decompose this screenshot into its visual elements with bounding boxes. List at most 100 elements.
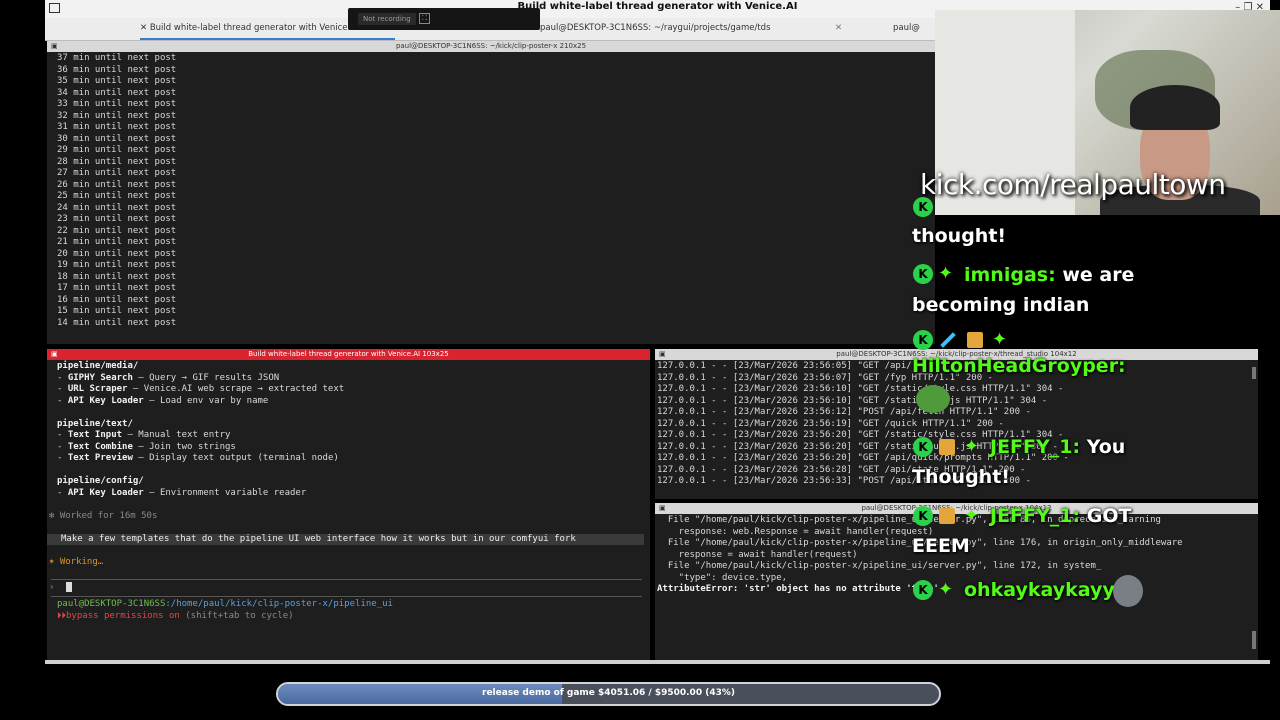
terminal-line: 25 min until next post — [57, 191, 177, 201]
node-list-item: - API Key Loader — Load env var by name — [57, 396, 650, 408]
chat-username: ohkaykaykayy: — [964, 579, 1123, 601]
tab-label: paul@DESKTOP-3C1N6SS: ~/raygui/projects/… — [540, 23, 771, 33]
terminal-line: 32 min until next post — [57, 110, 177, 121]
terminal-line: 30 min until next post — [57, 133, 177, 144]
claude-output: pipeline/media/ - GIPHY Search — Query →… — [47, 360, 650, 660]
section-heading: pipeline/media/ — [57, 361, 139, 371]
terminal-pane-countdown[interactable]: ▣ paul@DESKTOP-3C1N6SS: ~/kick/clip-post… — [47, 41, 935, 344]
fullscreen-icon[interactable]: ⛶ — [419, 13, 430, 24]
goal-label: release demo of game $4051.06 / $9500.00… — [482, 688, 735, 698]
chat-message: HiltonHeadGroyper: — [912, 355, 1126, 377]
prompt-caret: › — [49, 582, 55, 593]
node-description: — Load env var by name — [143, 395, 269, 406]
window-bottom-edge — [45, 660, 1270, 664]
tab-close-icon[interactable]: ✕ — [835, 18, 855, 40]
node-name: API Key Loader — [67, 395, 144, 406]
list-bullet: - — [57, 453, 68, 463]
node-name: Text Combine — [67, 441, 133, 452]
chat-message: imnigas: we are — [964, 264, 1134, 286]
pin-icon: ▣ — [51, 350, 58, 358]
bypass-label: bypass permissions on — [66, 610, 180, 621]
terminal-output: 37 min until next post 36 min until next … — [47, 52, 935, 344]
node-description: — Manual text entry — [122, 430, 231, 440]
chat-overlay: K thought! K ✦ imnigas: we are becoming … — [908, 190, 1268, 610]
pin-icon: ▣ — [51, 42, 58, 50]
verified-badge-icon: ✦ — [938, 579, 954, 600]
chat-message-text: Thought! — [912, 466, 1010, 488]
list-bullet: - — [57, 430, 68, 440]
list-bullet: - — [57, 384, 68, 394]
bypass-icon: ⏵⏵ — [57, 610, 67, 621]
node-description: — Display text output (terminal node) — [132, 453, 339, 463]
terminal-line: 21 min until next post — [57, 237, 177, 247]
terminal-line: 37 min until next post — [57, 53, 177, 63]
verified-badge-icon: ✦ — [964, 436, 980, 457]
chat-message: JEFFY_1: GOT — [990, 505, 1131, 527]
verified-badge-icon: ✦ — [992, 329, 1008, 350]
terminal-pane-claude[interactable]: ▣ Build white-label thread generator wit… — [47, 349, 650, 660]
node-name: GIPHY Search — [67, 372, 133, 383]
chat-message-text: we are — [1062, 264, 1135, 286]
pin-icon: ▣ — [659, 504, 666, 512]
sword-badge-icon — [940, 332, 956, 348]
chat-username: imnigas: — [964, 264, 1056, 286]
pin-icon: ▣ — [659, 350, 666, 358]
terminal-line: 36 min until next post — [57, 64, 177, 75]
chat-message-text: You — [1086, 436, 1126, 458]
list-bullet: - — [57, 372, 68, 383]
streamer-cap — [1130, 85, 1220, 130]
kick-badge-icon: K — [913, 506, 933, 526]
terminal-line: 26 min until next post — [57, 179, 177, 190]
list-bullet: - — [57, 487, 68, 498]
node-list-item: - API Key Loader — Environment variable … — [57, 488, 650, 500]
config-list: - API Key Loader — Environment variable … — [57, 488, 650, 500]
pane-header: ▣ Build white-label thread generator wit… — [47, 349, 650, 360]
node-description: — Join two strings — [132, 441, 236, 452]
terminal-line: 20 min until next post — [57, 248, 177, 259]
terminal-line: 18 min until next post — [57, 271, 177, 282]
donation-goal-bar: release demo of game $4051.06 / $9500.00… — [276, 682, 941, 706]
recording-status: Not recording — [358, 13, 416, 25]
recording-indicator: Not recording ⛶ — [348, 8, 540, 30]
node-list-item: - Text Input — Manual text entry — [57, 430, 650, 442]
kick-badge-icon: K — [913, 264, 933, 284]
chat-message-text: GOT — [1086, 505, 1132, 527]
gift-badge-icon — [939, 508, 955, 524]
node-name: Text Input — [67, 430, 123, 440]
pane-header: ▣ paul@DESKTOP-3C1N6SS: ~/kick/clip-post… — [47, 41, 935, 52]
list-bullet: - — [57, 441, 68, 452]
scrollbar[interactable] — [1252, 631, 1256, 649]
bypass-line: ⏵⏵bypass permissions on (shift+tab to cy… — [57, 611, 650, 623]
terminal-line: 24 min until next post — [57, 202, 177, 213]
terminal-line: 27 min until next post — [57, 168, 177, 178]
node-name: URL Scraper — [67, 384, 128, 394]
bypass-hint: (shift+tab to cycle) — [179, 610, 294, 621]
tab-label: paul@ — [893, 23, 920, 33]
tab-label: Build white-label thread generator with … — [149, 23, 359, 33]
gift-badge-icon — [939, 439, 955, 455]
chat-message-text: EEEM — [912, 535, 970, 557]
terminal-line: 35 min until next post — [57, 76, 177, 86]
terminal-line: 22 min until next post — [57, 225, 177, 236]
terminal-line: 31 min until next post — [57, 122, 177, 132]
node-description: — Query → GIF results JSON — [132, 372, 280, 383]
section-heading: pipeline/config/ — [57, 476, 144, 486]
chat-username: HiltonHeadGroyper: — [912, 355, 1126, 377]
node-description: — Venice.AI web scrape → extracted text — [127, 384, 345, 394]
pane-header-title: paul@DESKTOP-3C1N6SS: ~/kick/clip-poster… — [395, 42, 587, 50]
node-list-item: - GIPHY Search — Query → GIF results JSO… — [57, 373, 650, 385]
section-heading: pipeline/text/ — [57, 418, 133, 429]
user-prompt: Make a few templates that do the pipelin… — [47, 533, 644, 545]
node-list-item: - Text Preview — Display text output (te… — [57, 453, 650, 465]
prompt-input[interactable]: › — [49, 582, 650, 594]
pepe-emote-icon — [916, 385, 950, 413]
tab-raygui[interactable]: paul@DESKTOP-3C1N6SS: ~/raygui/projects/… — [540, 18, 860, 40]
working-status: ✶ Working… — [49, 556, 104, 567]
tab-close-icon[interactable]: ✕ — [140, 23, 150, 33]
chat-username: JEFFY_1: — [990, 505, 1081, 527]
kick-badge-icon: K — [913, 580, 933, 600]
terminal-line: 34 min until next post — [57, 87, 177, 98]
cat-emote-icon — [1113, 575, 1143, 607]
terminal-line: 17 min until next post — [57, 283, 177, 293]
tab-paul[interactable]: paul@ — [893, 18, 938, 40]
